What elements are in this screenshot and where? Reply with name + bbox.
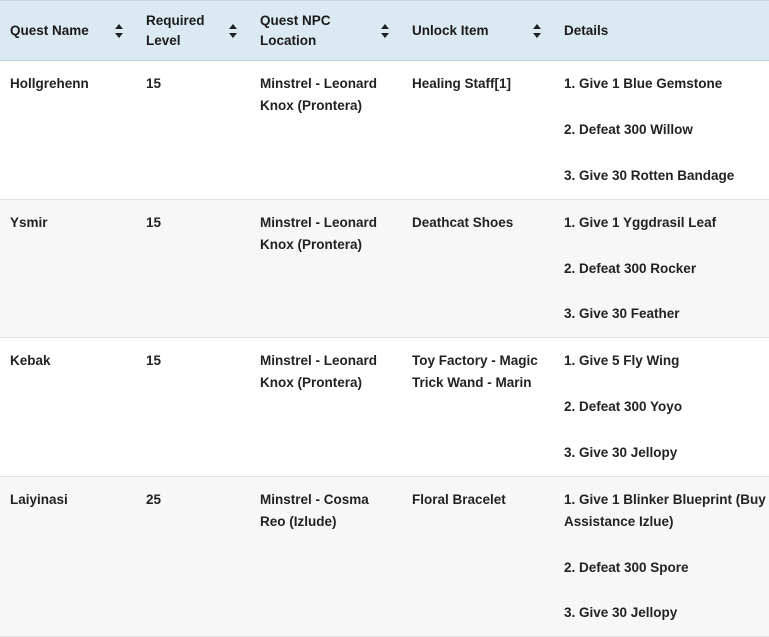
detail-step: 1. Give 1 Yggdrasil Leaf [564, 214, 717, 230]
detail-step: 2. Defeat 300 Rocker [564, 260, 697, 276]
cell-quest-name: Ysmir [0, 199, 136, 339]
cell-details: 1. Give 1 Blue Gemstone 2. Defeat 300 Wi… [554, 60, 769, 200]
table-row: Ysmir 15 Minstrel - Leonard Knox (Pronte… [0, 199, 769, 339]
cell-unlock-item: Toy Factory - Magic Trick Wand - Marin [402, 337, 554, 477]
table-row: Kebak 15 Minstrel - Leonard Knox (Pronte… [0, 337, 769, 477]
detail-step: 1. Give 5 Fly Wing [564, 353, 680, 369]
cell-required-level: 15 [136, 199, 250, 339]
column-header-quest-npc-location[interactable]: Quest NPC Location [250, 0, 402, 62]
column-header-label: Quest NPC Location [260, 13, 331, 48]
sort-updown-icon[interactable] [381, 23, 390, 38]
column-header-unlock-item[interactable]: Unlock Item [402, 0, 554, 62]
column-header-quest-name[interactable]: Quest Name [0, 0, 136, 62]
table-header-row: Quest Name Required Level Quest NPC Loca… [0, 0, 769, 62]
column-header-label: Details [564, 22, 609, 38]
cell-required-level: 15 [136, 337, 250, 477]
cell-required-level: 25 [136, 476, 250, 637]
detail-step: 1. Give 1 Blue Gemstone [564, 76, 723, 92]
sort-updown-icon[interactable] [533, 23, 542, 38]
cell-unlock-item: Healing Staff[1] [402, 60, 554, 200]
cell-quest-name: Hollgrehenn [0, 60, 136, 200]
cell-npc-location: Minstrel - Leonard Knox (Prontera) [250, 60, 402, 200]
cell-required-level: 15 [136, 60, 250, 200]
sort-updown-icon[interactable] [115, 23, 124, 38]
table-header: Quest Name Required Level Quest NPC Loca… [0, 0, 769, 62]
cell-quest-name: Kebak [0, 337, 136, 477]
cell-unlock-item: Deathcat Shoes [402, 199, 554, 339]
cell-quest-name: Laiyinasi [0, 476, 136, 637]
detail-step: 3. Give 30 Jellopy [564, 445, 678, 460]
detail-step: 3. Give 30 Feather [564, 306, 680, 322]
quest-table: Quest Name Required Level Quest NPC Loca… [0, 0, 769, 637]
column-header-label: Quest Name [10, 22, 89, 38]
cell-npc-location: Minstrel - Leonard Knox (Prontera) [250, 199, 402, 339]
table-row: Laiyinasi 25 Minstrel - Cosma Reo (Izlud… [0, 476, 769, 637]
detail-step: 1. Give 1 Blinker Blueprint (Buy from Sm… [564, 491, 769, 529]
cell-npc-location: Minstrel - Leonard Knox (Prontera) [250, 337, 402, 477]
column-header-details: Details [554, 0, 769, 62]
detail-step: 2. Defeat 300 Willow [564, 121, 693, 137]
cell-details: 1. Give 1 Blinker Blueprint (Buy from Sm… [554, 476, 769, 637]
detail-step: 3. Give 30 Rotten Bandage [564, 167, 735, 183]
cell-npc-location: Minstrel - Cosma Reo (Izlude) [250, 476, 402, 637]
column-header-label: Required Level [146, 13, 205, 48]
sort-updown-icon[interactable] [229, 23, 238, 38]
table-body: Hollgrehenn 15 Minstrel - Leonard Knox (… [0, 60, 769, 637]
cell-details: 1. Give 5 Fly Wing 2. Defeat 300 Yoyo 3.… [554, 337, 769, 477]
column-header-required-level[interactable]: Required Level [136, 0, 250, 62]
detail-step: 3. Give 30 Jellopy [564, 605, 678, 621]
column-header-label: Unlock Item [412, 22, 489, 38]
table-row: Hollgrehenn 15 Minstrel - Leonard Knox (… [0, 60, 769, 200]
cell-unlock-item: Floral Bracelet [402, 476, 554, 637]
cell-details: 1. Give 1 Yggdrasil Leaf 2. Defeat 300 R… [554, 199, 769, 339]
detail-step: 2. Defeat 300 Yoyo [564, 399, 683, 415]
